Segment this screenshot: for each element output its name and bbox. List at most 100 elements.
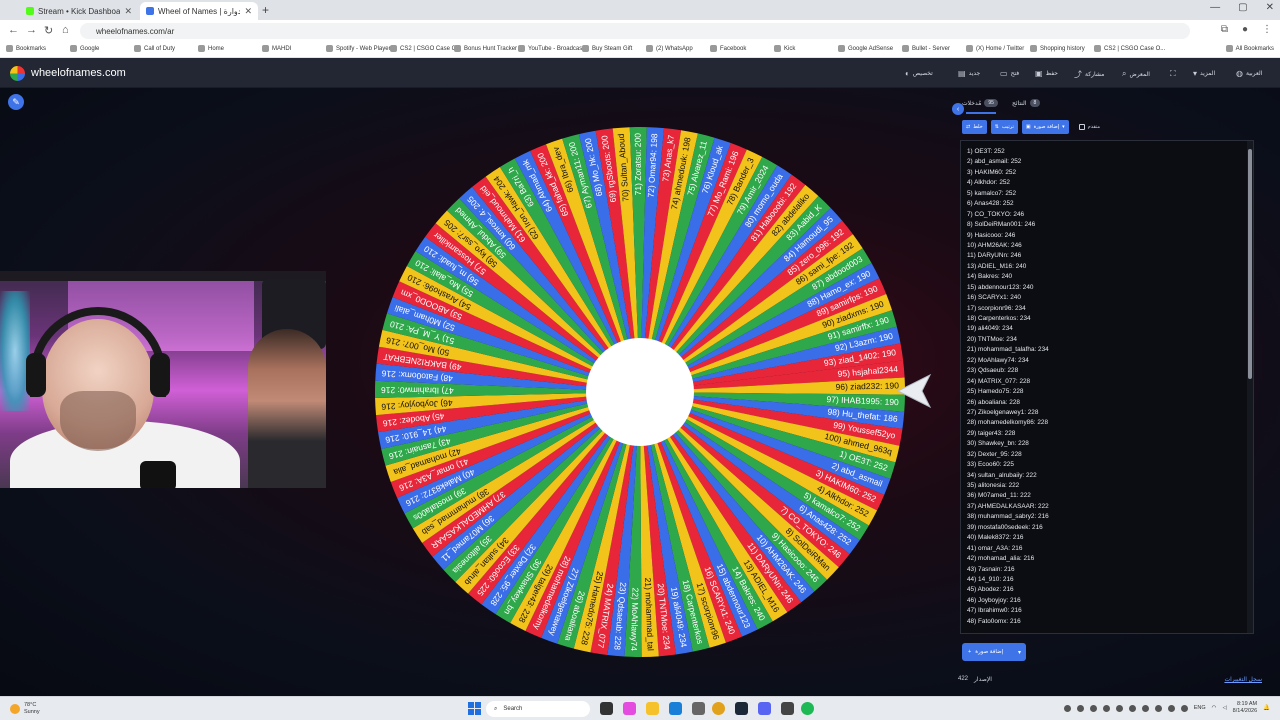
bookmark-item[interactable]: Buy Steam Gift (582, 45, 632, 52)
bookmark-item[interactable]: Bookmarks (6, 45, 46, 52)
bookmark-item[interactable]: CS2 | CSGO Case O... (390, 45, 461, 52)
menu-item-globe[interactable]: ◍ العربية (1236, 69, 1262, 78)
chevron-down-icon[interactable]: ▾ (1018, 649, 1021, 656)
bookmark-item[interactable]: Google (70, 45, 99, 52)
task-view-icon[interactable] (600, 702, 613, 715)
add-image-button[interactable]: ▣ إضافة صورة ▾ (1021, 120, 1069, 134)
store-icon[interactable] (692, 702, 705, 715)
changelog-link[interactable]: سجل التغييرات (1224, 676, 1262, 683)
bookmark-item[interactable]: Shopping history (1030, 45, 1085, 52)
tab-title: Wheel of Names | العجلة الدوارة (158, 6, 241, 16)
tray-app-icon[interactable] (1063, 704, 1071, 712)
entry-line: 9) Hasicooo: 246 (967, 231, 1016, 239)
menu-item-file[interactable]: ▤ جديد (958, 69, 980, 78)
tray-app-icon[interactable] (1141, 704, 1149, 712)
volume-icon[interactable]: ◁ (1222, 705, 1226, 711)
checkbox-icon[interactable] (1078, 124, 1085, 130)
entry-line: 18) Carpenterkos: 234 (967, 315, 1031, 322)
bookmark-item[interactable]: Facebook (710, 45, 746, 52)
bookmark-item[interactable]: MAHDI (262, 45, 291, 52)
spotify-icon[interactable] (801, 702, 814, 715)
menu-item-search[interactable]: ⌕ المعرض (1122, 69, 1150, 79)
wifi-icon[interactable]: ◠ (1212, 705, 1217, 711)
bookmark-item[interactable]: Bonus Hunt Tracker (454, 45, 517, 52)
tray-app-icon[interactable] (1089, 704, 1097, 712)
app-header: wheelofnames.com ◐ تخصيص ▤ جديد ▭ فتح ▣ حفظ ⤴ مشا… (0, 58, 1280, 88)
home-icon[interactable]: ⌂ (62, 24, 69, 36)
extensions-icon[interactable]: ⧉ (1221, 24, 1228, 35)
tray-app-icon[interactable] (1128, 704, 1136, 712)
bookmark-item[interactable]: CS2 | CSGO Case O... (1094, 45, 1165, 52)
close-tab-icon[interactable]: ✕ (124, 6, 132, 17)
reload-icon[interactable]: ↻ (44, 24, 53, 37)
language-indicator[interactable]: ENG (1194, 705, 1206, 711)
advanced-toggle[interactable]: متقدم (1078, 120, 1100, 134)
menu-item-share[interactable]: ⤴ مشاركة (1074, 69, 1104, 80)
tray-app-icon[interactable] (1115, 704, 1123, 712)
close-tab-icon[interactable]: ✕ (244, 6, 252, 17)
bookmark-item[interactable]: Spotify - Web Player (326, 45, 391, 52)
forward-icon[interactable]: → (26, 24, 37, 36)
copilot-icon[interactable] (623, 702, 636, 715)
tab-results[interactable]: النتائج 8 (1012, 96, 1041, 110)
tray-app-icon[interactable] (1180, 704, 1188, 712)
bookmarks-bar: Bookmarks Google Call of Duty Home MAHDI Spot… (0, 42, 1280, 58)
bookmark-item[interactable]: (X) Home / Twitter (966, 45, 1024, 52)
menu-label: تخصيص (912, 71, 933, 77)
discord-icon[interactable] (758, 702, 771, 715)
bookmark-favicon-icon (70, 45, 77, 52)
bookmark-item[interactable]: Kick (774, 45, 795, 52)
close-window-icon[interactable]: ✕ (1266, 2, 1274, 13)
menu-item-chevron-down[interactable]: ▾ المزيد (1193, 69, 1215, 78)
wheel-graphic[interactable]: 95) hsjahal234496) ziad232: 19097) IHAB1… (373, 125, 907, 659)
tray-app-icon[interactable] (1102, 704, 1110, 712)
entries-textarea[interactable]: 1) OE3T: 252 2) abd_asmail: 252 3) HAKIM60… (960, 140, 1254, 634)
bookmark-item[interactable]: Call of Duty (134, 45, 175, 52)
weather-widget[interactable]: 78°C Sunny (10, 702, 40, 715)
search-icon: ⌕ (1122, 69, 1127, 78)
shuffle-button[interactable]: ⇄ خلط (962, 120, 987, 134)
entries-scrollbar[interactable] (1247, 141, 1253, 633)
sort-button[interactable]: ⇅ ترتيب (990, 120, 1018, 134)
clock[interactable]: 8:19 AM 8/14/2026 (1233, 701, 1257, 715)
address-bar[interactable]: wheelofnames.com/ar (80, 23, 1190, 39)
profile-avatar-icon[interactable]: ● (1242, 24, 1248, 35)
bookmark-item[interactable]: (2) WhatsApp (646, 45, 693, 52)
tray-app-icon[interactable] (1076, 704, 1084, 712)
bookmark-label: Home (208, 45, 225, 52)
tab-entries[interactable]: مُدخلات 95 (962, 96, 998, 110)
menu-item-palette[interactable]: ◐ تخصيص (905, 69, 933, 78)
notifications-icon[interactable]: 🔔 (1263, 705, 1270, 711)
new-tab-icon[interactable]: + (262, 3, 269, 17)
bookmark-item[interactable]: YouTube - Broadcast... (518, 45, 589, 52)
wheel-center-hub[interactable] (586, 338, 694, 446)
wheel-logo-icon[interactable] (10, 66, 25, 81)
browser-tab-kick[interactable]: Stream • Kick Dashboard ✕ (20, 2, 138, 20)
back-icon[interactable]: ← (8, 24, 19, 36)
steam-icon[interactable] (735, 702, 748, 715)
bookmark-label: All Bookmarks (1235, 45, 1274, 52)
start-icon[interactable] (468, 702, 481, 715)
bookmark-item[interactable]: Bullet - Server (902, 45, 950, 52)
menu-item-fullscreen[interactable]: ⛶ (1170, 69, 1179, 79)
edge-icon[interactable] (669, 702, 682, 715)
menu-item-save[interactable]: ▣ حفظ (1035, 69, 1058, 78)
add-entries-button[interactable]: + إضافة صورة ▾ (962, 643, 1026, 661)
file-explorer-icon[interactable] (646, 702, 659, 715)
chrome-icon[interactable] (712, 702, 725, 715)
tray-app-icon[interactable] (1167, 704, 1175, 712)
wheel[interactable]: 95) hsjahal2344 96) ziad232: 190 97) IHAB1… (373, 125, 907, 659)
edit-title-icon[interactable]: ✎ (8, 94, 24, 110)
bookmark-item[interactable]: Home (198, 45, 224, 52)
maximize-icon[interactable]: ▢ (1238, 2, 1247, 13)
menu-item-folder[interactable]: ▭ فتح (1000, 69, 1019, 78)
site-name[interactable]: wheelofnames.com (31, 67, 126, 79)
minimize-icon[interactable]: — (1210, 2, 1220, 13)
tray-app-icon[interactable] (1154, 704, 1162, 712)
browser-tab-wheel[interactable]: Wheel of Names | العجلة الدوارة ✕ (140, 2, 258, 20)
taskbar-search[interactable]: ⌕ Search (486, 701, 590, 717)
browser-menu-icon[interactable]: ⋮ (1262, 24, 1272, 35)
bookmark-item[interactable]: Google AdSense (838, 45, 893, 52)
obs-icon[interactable] (781, 702, 794, 715)
bookmark-item[interactable]: All Bookmarks (1225, 45, 1274, 52)
